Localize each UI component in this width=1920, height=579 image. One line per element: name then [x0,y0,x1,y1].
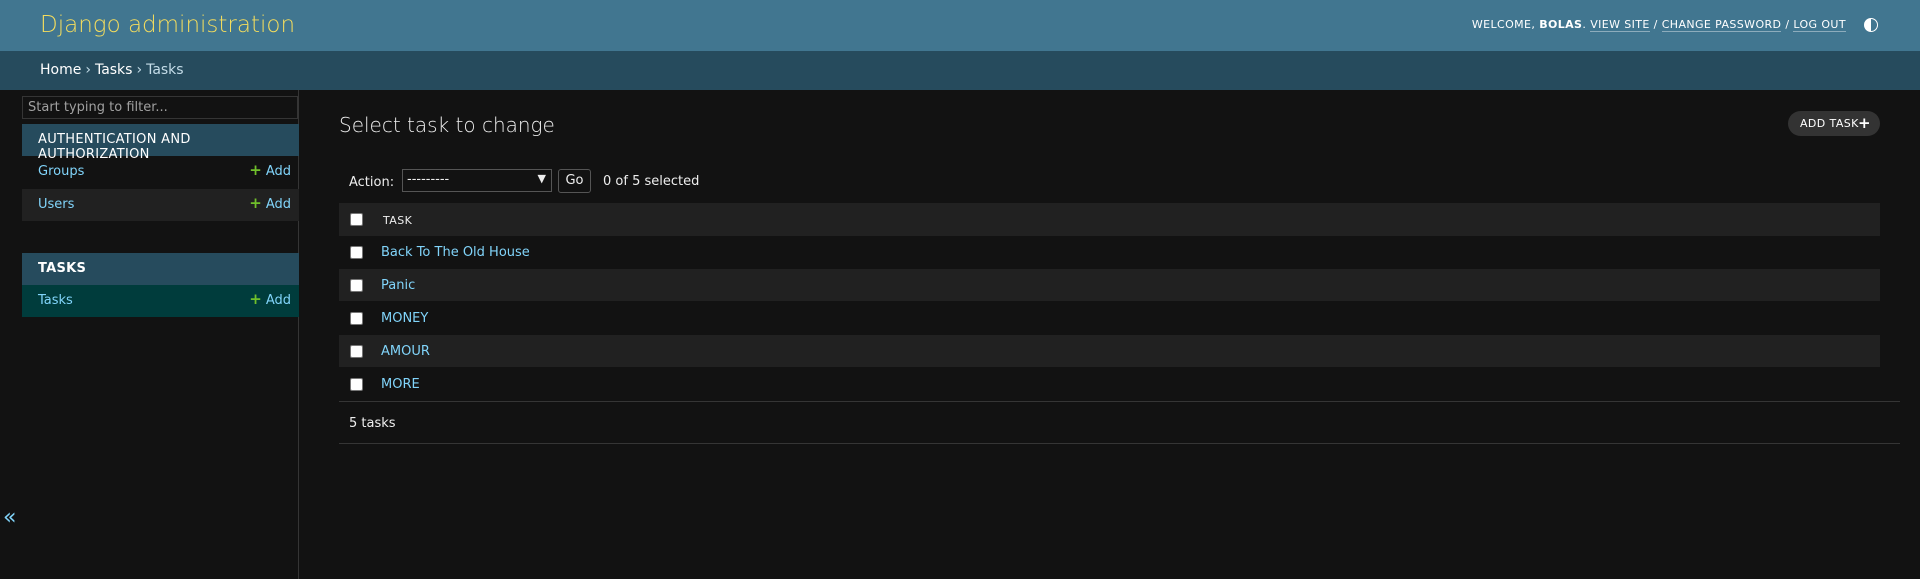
user-tools-separator: / [1781,18,1794,31]
table-row: MONEY [339,302,1880,335]
nav-sidebar: AUTHENTICATION AND AUTHORIZATION Groups … [22,90,299,579]
user-tools-separator: / [1649,18,1662,31]
module-caption-auth[interactable]: AUTHENTICATION AND AUTHORIZATION [22,124,299,162]
page-title: Select task to change [339,113,555,137]
task-link[interactable]: MORE [381,377,420,392]
add-plus-icon: + [249,161,262,179]
breadcrumb-home[interactable]: Home [40,62,81,78]
select-all-checkbox[interactable] [350,213,363,226]
action-label: Action: [349,175,395,190]
sidebar-model-tasks[interactable]: Tasks [38,293,73,308]
breadcrumb: Home › Tasks › Tasks [0,51,1920,90]
sidebar-model-users[interactable]: Users [38,197,74,212]
add-task-button[interactable]: ADD TASK + [1788,111,1880,136]
plus-icon: + [1858,114,1871,132]
breadcrumb-current: Tasks [146,62,184,78]
row-checkbox[interactable] [350,246,363,259]
row-checkbox[interactable] [350,312,363,325]
breadcrumb-app[interactable]: Tasks [95,62,133,78]
row-checkbox[interactable] [350,378,363,391]
username: BOLAS [1539,18,1583,31]
row-checkbox[interactable] [350,345,363,358]
add-label: Add [265,197,291,212]
theme-toggle-icon[interactable] [1864,18,1878,32]
sidebar-model-groups[interactable]: Groups [38,164,84,179]
add-label: Add [265,293,291,308]
add-plus-icon: + [249,194,262,212]
action-counter: 0 of 5 selected [603,174,700,189]
table-row: Panic [339,269,1880,302]
breadcrumb-separator: › [85,62,91,78]
table-row: AMOUR [339,335,1880,368]
add-plus-icon: + [249,290,262,308]
welcome-text: WELCOME, [1471,18,1540,31]
add-tasks-link[interactable]: + Add [249,290,291,309]
actions-bar: Action: --------- ▼ Go 0 of 5 selected [339,165,1880,203]
result-list: TASK Back To The Old House Panic MONEY A… [339,203,1880,401]
sidebar-item-groups: Groups + Add [22,156,299,188]
site-branding[interactable]: Django administration [40,12,295,38]
module-caption-tasks[interactable]: TASKS [22,253,299,285]
action-select[interactable]: --------- ▼ [402,169,552,192]
view-site-link[interactable]: VIEW SITE [1590,18,1650,32]
add-task-label: ADD TASK [1800,117,1859,130]
task-link[interactable]: Back To The Old House [381,245,530,260]
action-select-value: --------- [407,172,450,187]
column-header-task[interactable]: TASK [383,214,412,227]
task-link[interactable]: MONEY [381,311,428,326]
table-row: Back To The Old House [339,236,1880,269]
table-header: TASK [339,203,1880,236]
change-password-link[interactable]: CHANGE PASSWORD [1661,18,1782,32]
add-label: Add [265,164,291,179]
log-out-link[interactable]: LOG OUT [1793,18,1846,32]
nav-filter-input[interactable] [22,96,298,119]
chevron-down-icon: ▼ [537,172,546,185]
task-link[interactable]: Panic [381,278,415,293]
sidebar-item-users: Users + Add [22,189,299,221]
row-checkbox[interactable] [350,279,363,292]
table-row: MORE [339,368,1880,401]
user-tools: WELCOME, BOLAS. VIEW SITE / CHANGE PASSW… [1471,18,1846,32]
go-button[interactable]: Go [558,169,591,193]
sidebar-item-tasks: Tasks + Add [22,285,299,317]
task-link[interactable]: AMOUR [381,344,430,359]
add-groups-link[interactable]: + Add [249,161,291,180]
paginator: 5 tasks [339,401,1900,444]
add-users-link[interactable]: + Add [249,194,291,213]
breadcrumb-separator: › [136,62,143,78]
header: Django administration WELCOME, BOLAS. VI… [0,0,1920,51]
collapse-sidebar-icon[interactable]: « [3,505,16,531]
